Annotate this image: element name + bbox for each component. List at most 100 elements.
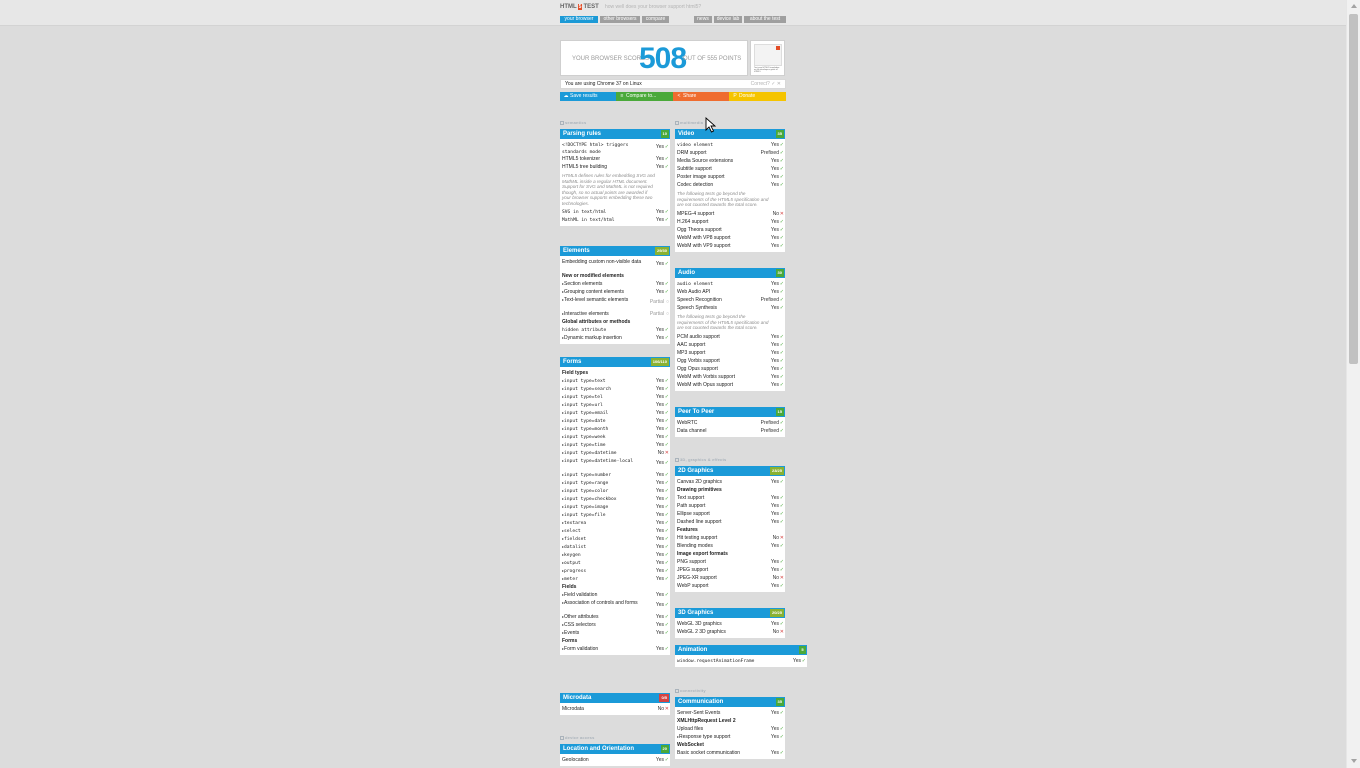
nav-device-lab[interactable]: device lab (714, 16, 742, 23)
result-row[interactable]: ▸input type=datetime-local Yes ✓ (560, 457, 670, 471)
result-row[interactable]: PNG support Yes ✓ (675, 558, 785, 566)
vertical-scrollbar[interactable] (1346, 0, 1360, 768)
result-row[interactable]: ▸select Yes ✓ (560, 527, 670, 535)
result-row[interactable]: hidden attribute Yes ✓ (560, 326, 670, 334)
result-row[interactable]: Web Audio API Yes ✓ (675, 288, 785, 296)
nav-about-the-test[interactable]: about the test (744, 16, 786, 23)
donate-button[interactable]: P Donate (729, 92, 786, 101)
result-row[interactable]: ▸Other attributes Yes ✓ (560, 613, 670, 621)
result-row[interactable]: ▸input type=time Yes ✓ (560, 441, 670, 449)
result-row[interactable]: WebP support Yes ✓ (675, 582, 785, 590)
result-row[interactable]: WebGL 2 3D graphics No ✕ (675, 628, 785, 636)
section-header[interactable]: Forms 106/110 (560, 357, 670, 367)
result-row[interactable]: Subtitle support Yes ✓ (675, 165, 785, 173)
result-row[interactable]: ▸datalist Yes ✓ (560, 543, 670, 551)
nav-your-browser[interactable]: your browser (560, 16, 598, 23)
result-row[interactable]: ▸output Yes ✓ (560, 559, 670, 567)
result-row[interactable]: ▸input type=datetime No ✕ (560, 449, 670, 457)
result-row[interactable]: ▸textarea Yes ✓ (560, 519, 670, 527)
section-header[interactable]: Microdata 0/5 (560, 693, 670, 703)
site-logo[interactable]: HTML 5 TEST (560, 4, 599, 10)
result-row[interactable]: WebGL 3D graphics Yes ✓ (675, 620, 785, 628)
result-row[interactable]: Media Source extensions Yes ✓ (675, 157, 785, 165)
result-row[interactable]: ▸Interactive elements Partial ○ (560, 310, 670, 318)
result-row[interactable]: JPEG support Yes ✓ (675, 566, 785, 574)
result-row[interactable]: Canvas 2D graphics Yes ✓ (675, 478, 785, 486)
result-row[interactable]: Basic socket communication Yes ✓ (675, 749, 785, 757)
result-row[interactable]: JPEG-XR support No ✕ (675, 574, 785, 582)
result-row[interactable]: Ellipse support Yes ✓ (675, 510, 785, 518)
result-row[interactable]: AAC support Yes ✓ (675, 341, 785, 349)
result-row[interactable]: Poster image support Yes ✓ (675, 173, 785, 181)
result-row[interactable]: ▸meter Yes ✓ (560, 575, 670, 583)
result-row[interactable]: Path support Yes ✓ (675, 502, 785, 510)
nav-compare[interactable]: compare (642, 16, 669, 23)
result-row[interactable]: ▸input type=file Yes ✓ (560, 511, 670, 519)
result-row[interactable]: ▸input type=month Yes ✓ (560, 425, 670, 433)
result-row[interactable]: WebM with Opus support Yes ✓ (675, 381, 785, 389)
scrollbar-thumb[interactable] (1349, 14, 1358, 364)
result-row[interactable]: ▸input type=url Yes ✓ (560, 401, 670, 409)
result-row[interactable]: audio element Yes ✓ (675, 280, 785, 288)
result-row[interactable]: Speech Recognition Prefixed ✓ (675, 296, 785, 304)
result-row[interactable]: Blending modes Yes ✓ (675, 542, 785, 550)
result-row[interactable]: <!DOCTYPE html> triggers standards mode Y… (560, 141, 670, 155)
result-row[interactable]: MathML in text/html Yes ✓ (560, 216, 670, 224)
result-row[interactable]: WebM with Vorbis support Yes ✓ (675, 373, 785, 381)
result-row[interactable]: WebM with VP9 support Yes ✓ (675, 242, 785, 250)
section-header[interactable]: 2D Graphics 23/25 (675, 466, 785, 476)
result-row[interactable]: Ogg Vorbis support Yes ✓ (675, 357, 785, 365)
scroll-up-arrow-icon[interactable] (1351, 4, 1357, 8)
promo-thumbnail[interactable]: Test your HTML5 knowledge on the develop… (750, 40, 785, 76)
result-row[interactable]: window.requestAnimationFrame Yes ✓ (675, 657, 807, 665)
result-row[interactable]: ▸input type=range Yes ✓ (560, 479, 670, 487)
section-header[interactable]: Parsing rules 10 (560, 129, 670, 139)
correct-prompt[interactable]: Correct? ✓ ✕ (751, 81, 781, 88)
section-header[interactable]: Location and Orientation 20 (560, 744, 670, 754)
result-row[interactable]: PCM audio support Yes ✓ (675, 333, 785, 341)
result-row[interactable]: Ogg Opus support Yes ✓ (675, 365, 785, 373)
result-row[interactable]: ▸input type=color Yes ✓ (560, 487, 670, 495)
nav-other-browsers[interactable]: other browsers (600, 16, 640, 23)
result-row[interactable]: ▸Grouping content elements Yes ✓ (560, 288, 670, 296)
result-row[interactable]: ▸Association of controls and forms Yes ✓ (560, 599, 670, 613)
result-row[interactable]: Hit testing support No ✕ (675, 534, 785, 542)
section-header[interactable]: Peer To Peer 15 (675, 407, 785, 417)
result-row[interactable]: DRM support Prefixed ✓ (675, 149, 785, 157)
result-row[interactable]: SVG in text/html Yes ✓ (560, 208, 670, 216)
result-row[interactable]: ▸CSS selectors Yes ✓ (560, 621, 670, 629)
result-row[interactable]: ▸Form validation Yes ✓ (560, 645, 670, 653)
result-row[interactable]: Upload files Yes ✓ (675, 725, 785, 733)
result-row[interactable]: ▸input type=image Yes ✓ (560, 503, 670, 511)
result-row[interactable]: ▸Field validation Yes ✓ (560, 591, 670, 599)
result-row[interactable]: ▸Dynamic markup insertion Yes ✓ (560, 334, 670, 342)
result-row[interactable]: ▸input type=checkbox Yes ✓ (560, 495, 670, 503)
result-row[interactable]: Embedding custom non-visible data Yes ✓ (560, 258, 670, 272)
result-row[interactable]: ▸input type=number Yes ✓ (560, 471, 670, 479)
result-row[interactable]: ▸Text-level semantic elements Partial ○ (560, 296, 670, 310)
scroll-down-arrow-icon[interactable] (1351, 759, 1357, 763)
result-row[interactable]: WebRTC Prefixed ✓ (675, 419, 785, 427)
result-row[interactable]: ▸input type=search Yes ✓ (560, 385, 670, 393)
result-row[interactable]: Dashed line support Yes ✓ (675, 518, 785, 526)
compare-to-button[interactable]: ≡ Compare to... (616, 92, 673, 101)
result-row[interactable]: HTML5 tokenizer Yes ✓ (560, 155, 670, 163)
result-row[interactable]: Ogg Theora support Yes ✓ (675, 226, 785, 234)
result-row[interactable]: Text support Yes ✓ (675, 494, 785, 502)
result-row[interactable]: MP3 support Yes ✓ (675, 349, 785, 357)
section-header[interactable]: Animation 5 (675, 645, 807, 655)
save-results-button[interactable]: ☁ Save results (560, 92, 616, 101)
result-row[interactable]: ▸input type=date Yes ✓ (560, 417, 670, 425)
nav-news[interactable]: news (694, 16, 712, 23)
result-row[interactable]: Geolocation Yes ✓ (560, 756, 670, 764)
result-row[interactable]: ▸progress Yes ✓ (560, 567, 670, 575)
result-row[interactable]: ▸Events Yes ✓ (560, 629, 670, 637)
result-row[interactable]: video element Yes ✓ (675, 141, 785, 149)
section-header[interactable]: Audio 30 (675, 268, 785, 278)
result-row[interactable]: Speech Synthesis Yes ✓ (675, 304, 785, 312)
result-row[interactable]: MPEG-4 support No ✕ (675, 210, 785, 218)
section-header[interactable]: Video 35 (675, 129, 785, 139)
result-row[interactable]: ▸keygen Yes ✓ (560, 551, 670, 559)
result-row[interactable]: ▸input type=text Yes ✓ (560, 377, 670, 385)
result-row[interactable]: ▸Response type support Yes ✓ (675, 733, 785, 741)
